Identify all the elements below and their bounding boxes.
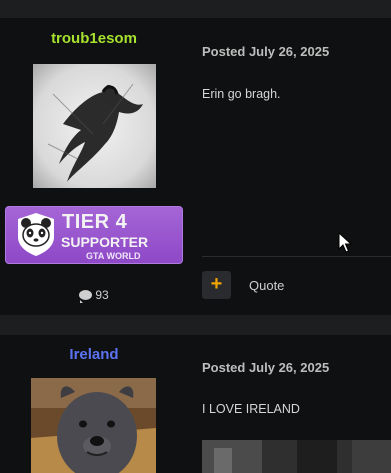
post-separator [0, 315, 391, 335]
author-avatar[interactable] [33, 64, 156, 188]
author-username[interactable]: troub1esom [0, 30, 188, 47]
post-count-value: 93 [95, 288, 109, 302]
comment-icon [79, 290, 93, 303]
panda-icon [18, 213, 54, 256]
forum-post: Ireland Posted July 26, 2025 I LOVE IREL… [0, 335, 391, 473]
add-reaction-button[interactable]: + [202, 271, 231, 299]
badge-org: GTA WORLD [86, 251, 141, 261]
author-avatar[interactable] [31, 378, 156, 473]
badge-tier: TIER 4 [62, 211, 128, 233]
post-divider [202, 256, 391, 257]
author-username[interactable]: Ireland [0, 346, 188, 363]
author-panel: Ireland [0, 335, 188, 473]
post-separator [0, 0, 391, 18]
post-date[interactable]: Posted July 26, 2025 [202, 44, 329, 59]
badge-supporter: SUPPORTER [61, 234, 149, 250]
author-panel: troub1esom TIER 4 SUPPORTER GTA WORLD 93 [0, 18, 188, 315]
post-count[interactable]: 93 [0, 288, 188, 303]
quote-button[interactable]: Quote [249, 278, 284, 293]
embedded-image[interactable] [202, 440, 391, 473]
forum-post: troub1esom TIER 4 SUPPORTER GTA WORLD 93… [0, 18, 391, 315]
post-content: Erin go bragh. [202, 87, 281, 101]
supporter-badge: TIER 4 SUPPORTER GTA WORLD [5, 206, 183, 264]
post-date[interactable]: Posted July 26, 2025 [202, 360, 329, 375]
post-content: I LOVE IRELAND [202, 402, 300, 416]
mouse-cursor-icon [338, 232, 352, 253]
